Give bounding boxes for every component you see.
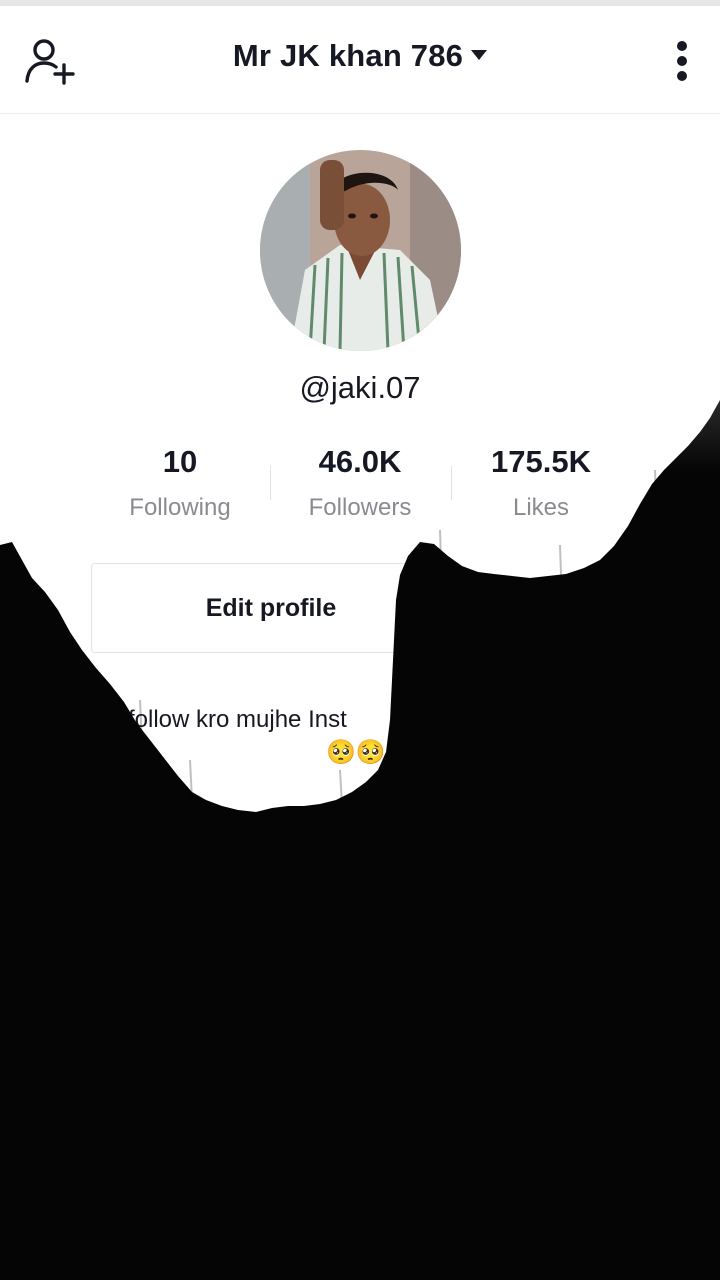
bio-text: follow kro mujhe Inst — [128, 706, 347, 733]
account-switcher[interactable]: Mr JK khan 786 — [0, 38, 720, 74]
likes-count: 175.5K — [491, 444, 591, 479]
more-options-button[interactable] — [664, 36, 700, 86]
following-label: Following — [129, 494, 231, 521]
followers-count: 46.0K — [318, 444, 402, 479]
edit-profile-button[interactable]: Edit profile — [91, 563, 451, 653]
stat-likes[interactable]: 175.5K Likes — [451, 444, 631, 522]
following-count: 10 — [162, 444, 198, 479]
username-handle: @jaki.07 — [299, 370, 421, 405]
profile-name-title: Mr JK khan 786 — [232, 38, 464, 73]
top-header: Mr JK khan 786 — [0, 6, 720, 114]
avatar[interactable] — [260, 150, 461, 351]
stat-followers[interactable]: 46.0K Followers — [270, 444, 450, 522]
bio-emojis: 🥺🥺 — [326, 739, 386, 766]
likes-label: Likes — [512, 494, 570, 521]
followers-label: Followers — [308, 494, 412, 521]
caret-down-icon — [471, 50, 488, 60]
avatar-photo — [260, 150, 461, 351]
stat-following[interactable]: 10 Following — [90, 444, 270, 522]
